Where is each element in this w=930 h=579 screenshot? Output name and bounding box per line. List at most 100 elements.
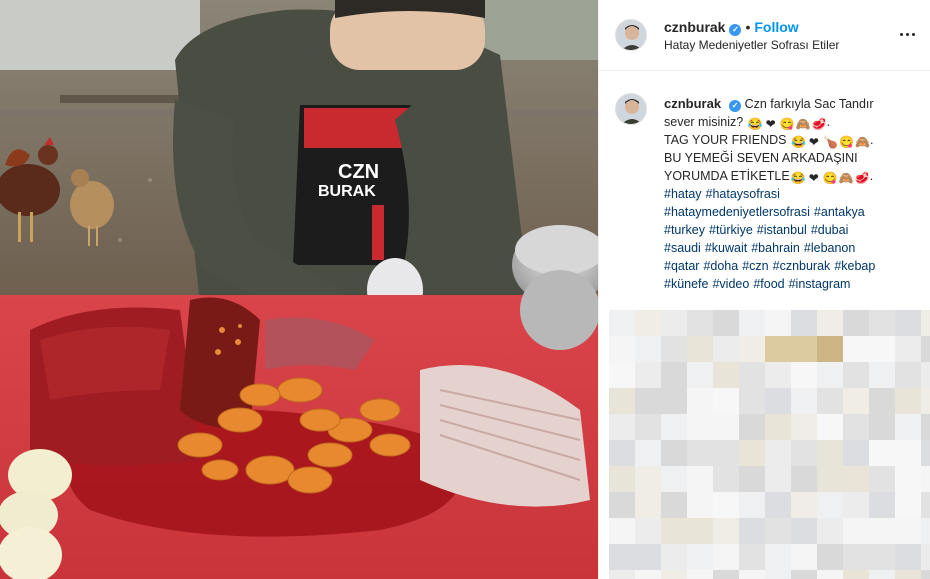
pixel-block xyxy=(713,492,739,518)
pixel-block xyxy=(661,440,687,466)
emoji-icon: 🍗 xyxy=(822,135,838,149)
pixel-block xyxy=(817,414,843,440)
caption-text-1: Czn farkıyla Sac Tandır xyxy=(744,97,874,111)
pixel-block xyxy=(843,336,869,362)
emoji-icon: 😂 xyxy=(790,135,806,149)
pixel-block xyxy=(869,518,895,544)
pixel-block xyxy=(739,570,765,579)
pixel-block xyxy=(921,544,930,570)
avatar-photo xyxy=(616,20,646,50)
username-link[interactable]: cznburak xyxy=(664,19,725,35)
emoji-icon: 😋 xyxy=(838,135,854,149)
pixel-block xyxy=(791,440,817,466)
pixel-block xyxy=(791,518,817,544)
caption-text: cznburak ✓ Czn farkıyla Sac Tandır sever … xyxy=(664,95,914,293)
pixel-block xyxy=(635,310,661,336)
hashtag-link[interactable]: #food xyxy=(753,277,784,291)
caption-line-1: cznburak ✓ Czn farkıyla Sac Tandır xyxy=(664,95,914,113)
pixel-block xyxy=(895,414,921,440)
hashtag-link[interactable]: #cznburak xyxy=(773,259,831,273)
pixel-block xyxy=(791,310,817,336)
pixel-block xyxy=(609,362,635,388)
verified-badge-icon: ✓ xyxy=(729,100,742,112)
hashtag-link[interactable]: #kebap xyxy=(834,259,875,273)
pixel-block xyxy=(791,414,817,440)
pixel-block xyxy=(765,414,791,440)
pixel-block xyxy=(817,570,843,579)
pixel-block xyxy=(817,466,843,492)
emoji-icon: 🙈 xyxy=(795,117,811,131)
hashtag-link[interactable]: #istanbul xyxy=(757,223,807,237)
hashtag-link[interactable]: #türkiye xyxy=(709,223,753,237)
caption-emojis: 😂 ❤ 🍗😋🙈 xyxy=(790,133,870,149)
pixel-block xyxy=(921,518,930,544)
pixel-block xyxy=(895,570,921,579)
location-link[interactable]: Hatay Medeniyetler Sofrası Etiler xyxy=(664,38,839,52)
hashtag-link[interactable]: #bahrain xyxy=(751,241,800,255)
pixel-block xyxy=(739,310,765,336)
hashtag-link[interactable]: #antakya xyxy=(814,205,865,219)
pixel-block xyxy=(765,336,791,362)
pixel-block xyxy=(609,570,635,579)
avatar[interactable] xyxy=(615,19,647,51)
pixel-block xyxy=(635,388,661,414)
emoji-icon: 🥩 xyxy=(854,171,870,185)
pixel-block xyxy=(713,310,739,336)
hashtag-link[interactable]: #doha xyxy=(703,259,738,273)
pixel-block xyxy=(765,440,791,466)
post-header: cznburak ✓ • Follow Hatay Medeniyetler Sofr… xyxy=(599,0,930,71)
hashtag-link[interactable]: #instagram xyxy=(789,277,851,291)
hashtag-link[interactable]: #künefe xyxy=(664,277,708,291)
pixel-block xyxy=(817,310,843,336)
pixel-block xyxy=(895,492,921,518)
pixel-block xyxy=(843,440,869,466)
hashtag-link[interactable]: #hataysofrasi xyxy=(706,187,780,201)
hashtag-link[interactable]: #hatay xyxy=(664,187,702,201)
pixel-block xyxy=(713,414,739,440)
hashtag-link[interactable]: #lebanon xyxy=(804,241,855,255)
caption-avatar[interactable] xyxy=(615,93,647,125)
hashtag-link[interactable]: #video xyxy=(712,277,749,291)
emoji-icon: 🙈 xyxy=(838,171,854,185)
pixel-block xyxy=(635,492,661,518)
post-media-video[interactable]: CZN BURAK xyxy=(0,0,598,579)
pixel-block xyxy=(921,570,930,579)
pixel-block xyxy=(921,492,930,518)
emoji-icon: 🙈 xyxy=(854,135,870,149)
more-options-icon[interactable] xyxy=(895,24,919,44)
hashtag-link[interactable]: #dubai xyxy=(811,223,849,237)
pixel-block xyxy=(765,466,791,492)
pixel-block xyxy=(765,570,791,579)
hashtag-link[interactable]: #hataymedeniyetlersofrasi xyxy=(664,205,810,219)
pixel-block xyxy=(869,440,895,466)
hashtag-link[interactable]: #qatar xyxy=(664,259,699,273)
pixel-block xyxy=(765,388,791,414)
pixel-block xyxy=(817,336,843,362)
hashtag-link[interactable]: #saudi xyxy=(664,241,701,255)
apron-logo: CZN xyxy=(338,161,379,183)
pixel-block xyxy=(817,544,843,570)
pixel-block xyxy=(687,336,713,362)
pixel-block xyxy=(687,570,713,579)
pixel-block xyxy=(687,388,713,414)
caption-username[interactable]: cznburak xyxy=(664,96,721,111)
pixel-block xyxy=(895,336,921,362)
pixel-block xyxy=(739,362,765,388)
pixel-block xyxy=(739,466,765,492)
pixel-block xyxy=(661,388,687,414)
pixel-block xyxy=(869,570,895,579)
caption-text-2: sever misiniz? xyxy=(664,115,744,129)
hashtag-link[interactable]: #turkey xyxy=(664,223,705,237)
pixel-block xyxy=(921,388,930,414)
follow-button[interactable]: Follow xyxy=(754,19,798,35)
hashtag-link[interactable]: #czn xyxy=(742,259,768,273)
pixel-block xyxy=(791,544,817,570)
pixel-block xyxy=(713,336,739,362)
pixel-block xyxy=(609,414,635,440)
pixel-block xyxy=(739,544,765,570)
emoji-icon: 🥩 xyxy=(811,117,827,131)
caption-text-3: TAG YOUR FRIENDS xyxy=(664,133,787,147)
hashtag-link[interactable]: #kuwait xyxy=(705,241,747,255)
pixel-block xyxy=(635,336,661,362)
pixel-block xyxy=(791,388,817,414)
